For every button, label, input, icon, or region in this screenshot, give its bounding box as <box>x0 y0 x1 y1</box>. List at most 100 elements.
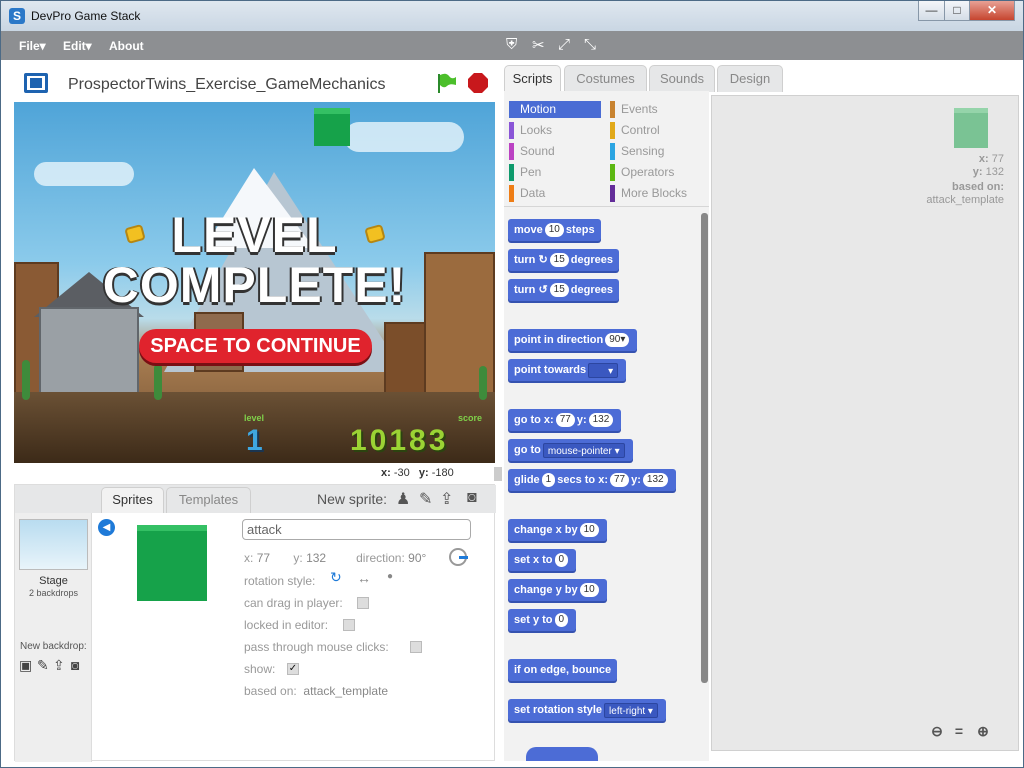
block-go-to-xy[interactable]: go to x: 77 y: 132 <box>508 409 622 431</box>
show-checkbox[interactable]: ✓ <box>287 663 299 675</box>
block-point-in-direction[interactable]: point in direction 90▾ <box>508 329 638 351</box>
green-flag-icon[interactable] <box>435 72 457 94</box>
block-partial[interactable] <box>526 747 598 761</box>
category-sound[interactable]: Sound <box>509 143 601 160</box>
block-go-to[interactable]: go to mouse-pointer ▾ <box>508 439 633 461</box>
back-arrow-icon[interactable]: ◀ <box>98 519 115 536</box>
tab-sprites[interactable]: Sprites <box>101 487 164 513</box>
editor-tabs: Scripts Costumes Sounds Design <box>504 64 1021 92</box>
tab-sounds[interactable]: Sounds <box>649 65 715 92</box>
category-control[interactable]: Control <box>610 122 702 139</box>
direction-dial-icon[interactable] <box>449 548 468 566</box>
rotation-style-dropdown[interactable]: left-right ▾ <box>604 702 658 718</box>
left-right-icon[interactable]: ↔ <box>357 570 371 586</box>
category-operators[interactable]: Operators <box>610 164 702 181</box>
degrees-input[interactable]: 15 <box>549 283 569 298</box>
category-pen[interactable]: Pen <box>509 164 601 181</box>
direction-input[interactable]: 90▾ <box>605 333 630 348</box>
locked-label: locked in editor: <box>244 618 329 632</box>
block-glide[interactable]: glide 1 secs to x: 77 y: 132 <box>508 469 676 491</box>
go-to-dropdown[interactable]: mouse-pointer ▾ <box>542 442 625 458</box>
block-change-y[interactable]: change y by 10 <box>508 579 607 601</box>
x-label: x: <box>244 551 254 565</box>
pass-through-label: pass through mouse clicks: <box>244 640 389 654</box>
category-motion[interactable]: Motion <box>509 101 601 118</box>
x-input[interactable]: 77 <box>609 473 630 488</box>
app-window: S DevPro Game Stack — □ ✕ File▾ Edit▾ Ab… <box>0 0 1024 768</box>
menu-about[interactable]: About <box>109 39 144 53</box>
tab-design[interactable]: Design <box>717 65 783 92</box>
block-turn-left[interactable]: turn ↺ 15 degrees <box>508 279 619 301</box>
menu-file[interactable]: File▾ <box>19 39 46 53</box>
block-change-x[interactable]: change x by 10 <box>508 519 607 541</box>
x-input[interactable]: 77 <box>555 413 575 428</box>
camera-icon[interactable]: ◙ <box>467 489 477 507</box>
steps-input[interactable]: 10 <box>544 223 564 238</box>
space-to-continue-banner: SPACE TO CONTINUE <box>139 329 372 363</box>
pass-through-checkbox[interactable] <box>410 641 422 653</box>
zoom-out-icon[interactable]: ⊖ <box>928 722 946 740</box>
scripts-area[interactable]: x: 77 y: 132 based on: attack_template ⊖… <box>711 95 1019 751</box>
value-input[interactable]: 0 <box>554 613 569 628</box>
y-input[interactable]: 132 <box>588 413 614 428</box>
tab-scripts[interactable]: Scripts <box>504 65 561 92</box>
block-turn-right[interactable]: turn ↻ 15 degrees <box>508 249 619 271</box>
value-input[interactable]: 10 <box>579 583 599 598</box>
backdrop-camera-icon[interactable]: ◙ <box>71 657 79 673</box>
secs-input[interactable]: 1 <box>541 473 556 488</box>
block-set-x[interactable]: set x to 0 <box>508 549 577 571</box>
zoom-in-icon[interactable]: ⊕ <box>974 722 992 740</box>
block-set-y[interactable]: set y to 0 <box>508 609 577 631</box>
attack-sprite[interactable] <box>314 108 350 146</box>
backdrop-upload-icon[interactable]: ⇪ <box>53 657 65 674</box>
grow-icon[interactable]: ⤢ <box>558 36 570 53</box>
category-label: Sound <box>520 144 555 158</box>
sprite-library-icon[interactable]: ♟ <box>396 489 410 509</box>
show-label: show: <box>244 662 276 676</box>
category-more-blocks[interactable]: More Blocks <box>610 185 702 202</box>
degrees-input[interactable]: 15 <box>549 253 569 268</box>
block-set-rotation-style[interactable]: set rotation style left-right ▾ <box>508 699 666 721</box>
category-sensing[interactable]: Sensing <box>610 143 702 160</box>
cut-icon[interactable]: ✂ <box>532 36 545 54</box>
y-input[interactable]: 132 <box>642 473 668 488</box>
block-move-steps[interactable]: move 10 steps <box>508 219 601 241</box>
tab-templates[interactable]: Templates <box>166 487 251 513</box>
value-input[interactable]: 10 <box>579 523 599 538</box>
backdrop-library-icon[interactable]: ▣ <box>19 657 32 674</box>
towards-dropdown[interactable]: ▾ <box>588 362 619 378</box>
menu-edit[interactable]: Edit▾ <box>63 39 92 53</box>
category-looks[interactable]: Looks <box>509 122 601 139</box>
stage-thumbnail[interactable] <box>19 519 88 570</box>
tab-costumes[interactable]: Costumes <box>564 65 647 92</box>
rotate-all-around-icon[interactable]: ↻ <box>330 569 342 586</box>
minimize-button[interactable]: — <box>918 1 945 21</box>
stage-size-toggle-icon[interactable] <box>24 73 48 93</box>
stamp-icon[interactable]: ⛨ <box>506 36 517 53</box>
paint-brush-icon[interactable]: ✎ <box>419 489 432 509</box>
sprite-name-input[interactable] <box>242 519 471 540</box>
events-swatch <box>610 101 615 118</box>
dont-rotate-icon[interactable]: ● <box>387 571 393 582</box>
backdrop-paint-icon[interactable]: ✎ <box>37 657 49 674</box>
category-data[interactable]: Data <box>509 185 601 202</box>
maximize-button[interactable]: □ <box>944 1 970 21</box>
block-point-towards[interactable]: point towards ▾ <box>508 359 627 381</box>
cloud <box>344 122 464 152</box>
value-input[interactable]: 0 <box>554 553 569 568</box>
locked-checkbox[interactable] <box>343 619 355 631</box>
close-button[interactable]: ✕ <box>969 1 1015 21</box>
category-events[interactable]: Events <box>610 101 702 118</box>
stage[interactable]: LEVEL COMPLETE! SPACE TO CONTINUE level … <box>14 102 495 463</box>
shrink-icon[interactable]: ⤡ <box>584 36 596 53</box>
collapse-stage-handle[interactable] <box>494 467 502 481</box>
block-text: secs to x: <box>557 474 608 486</box>
block-bounce[interactable]: if on edge, bounce <box>508 659 618 681</box>
can-drag-checkbox[interactable] <box>357 597 369 609</box>
stop-icon[interactable] <box>467 72 489 94</box>
block-text: set x to <box>514 554 553 566</box>
palette-scrollbar[interactable] <box>701 213 708 683</box>
upload-icon[interactable]: ⇪ <box>440 489 453 509</box>
zoom-reset-icon[interactable]: = <box>950 722 968 740</box>
cactus <box>479 366 487 400</box>
